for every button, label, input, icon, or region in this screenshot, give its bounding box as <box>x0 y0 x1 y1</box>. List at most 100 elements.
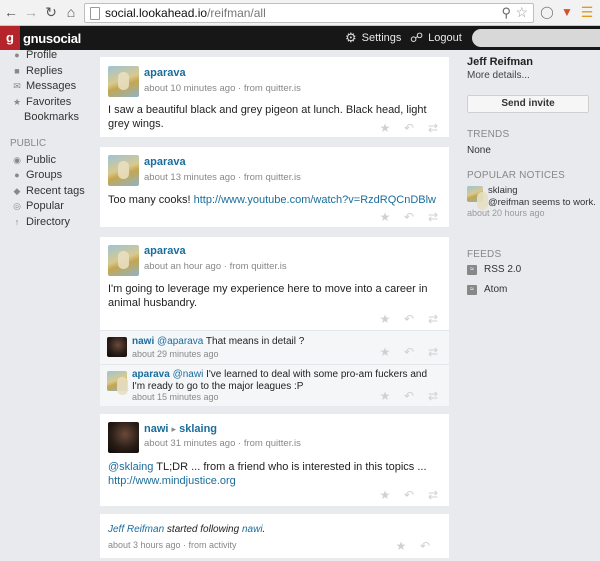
bookmark-star-icon[interactable]: ☆ <box>515 4 528 21</box>
mention-link[interactable]: @sklaing <box>108 461 153 473</box>
avatar[interactable] <box>108 245 139 276</box>
feed-rss[interactable]: ≈ RSS 2.0 <box>467 264 521 275</box>
favorite-star-icon[interactable]: ★ <box>377 121 393 135</box>
notice-author[interactable]: aparava <box>144 156 186 168</box>
more-details-link[interactable]: More details... <box>467 70 530 81</box>
logout-link[interactable]: ☍ Logout <box>410 26 462 50</box>
address-bar[interactable]: social.lookahead.io/reifman/all ⚲ ☆ <box>84 3 534 23</box>
avatar[interactable] <box>108 66 139 97</box>
nav-item-groups[interactable]: ● Groups <box>10 168 62 182</box>
forward-arrow-icon[interactable]: → <box>23 4 39 20</box>
repeat-icon[interactable]: ⇄ <box>425 121 441 135</box>
favorite-star-icon[interactable]: ★ <box>377 312 393 326</box>
repeat-icon[interactable]: ⇄ <box>425 312 441 326</box>
avatar[interactable] <box>107 371 128 395</box>
page-icon <box>90 7 100 20</box>
nav-item-bookmarks[interactable]: Bookmarks <box>24 110 79 124</box>
mention-link[interactable]: @nawi <box>173 369 204 380</box>
repeat-icon[interactable]: ⇄ <box>425 345 441 359</box>
notice-actions: ★ ↶ ⇄ <box>377 488 441 502</box>
repeat-icon[interactable]: ⇄ <box>425 488 441 502</box>
reply-arrow-icon[interactable]: ↶ <box>401 210 417 224</box>
favorite-star-icon[interactable]: ★ <box>377 345 393 359</box>
reply-item: nawi @aparava That means in detail ? abo… <box>100 330 449 364</box>
reply-arrow-icon[interactable]: ↶ <box>401 345 417 359</box>
settings-link[interactable]: ⚙ Settings <box>345 26 401 50</box>
nav-item-messages[interactable]: ✉ Messages <box>10 79 76 93</box>
reload-icon[interactable]: ↻ <box>43 4 59 20</box>
reply-arrow-icon[interactable]: ↶ <box>417 539 433 553</box>
search-input[interactable] <box>472 29 600 47</box>
pocket-icon[interactable]: ◯ <box>540 5 554 19</box>
feed-atom[interactable]: ≈ Atom <box>467 284 507 295</box>
favorite-star-icon[interactable]: ★ <box>377 488 393 502</box>
reply-arrow-icon[interactable]: ↶ <box>401 121 417 135</box>
popular-meta: about 20 hours ago <box>467 208 545 218</box>
youtube-link[interactable]: http://www.youtube.com/watch?v=RzdRQCnDB… <box>194 194 436 206</box>
url-text: social.lookahead.io/reifman/all <box>105 6 266 20</box>
reply-arrow-icon[interactable]: ↶ <box>401 488 417 502</box>
nav-item-public[interactable]: ◉ Public <box>10 153 56 167</box>
notice-author[interactable]: aparava <box>144 67 186 79</box>
repeat-icon[interactable]: ⇄ <box>425 389 441 403</box>
favorite-star-icon[interactable]: ★ <box>377 210 393 224</box>
nav-item-popular[interactable]: ◎ Popular <box>10 199 64 213</box>
gnusocial-logo[interactable]: g gnusocial <box>0 26 81 50</box>
back-arrow-icon[interactable]: ← <box>3 4 19 20</box>
notice-recipient[interactable]: sklaing <box>179 423 217 435</box>
profile-name: Jeff Reifman <box>467 56 534 68</box>
nav-item-recent-tags[interactable]: ◆ Recent tags <box>10 184 85 198</box>
reply-actions: ★ ↶ ⇄ <box>377 389 441 403</box>
nav-item-favorites[interactable]: ★ Favorites <box>10 95 71 109</box>
avatar[interactable] <box>108 155 139 186</box>
notice-content: Too many cooks! http://www.youtube.com/w… <box>108 194 436 206</box>
repeat-icon[interactable]: ⇄ <box>425 210 441 224</box>
reply-icon: ■ <box>14 66 20 76</box>
notice-author-line: nawi ▸ sklaing <box>144 423 217 435</box>
shield-extension-icon[interactable]: ▼ <box>560 5 574 19</box>
home-icon[interactable]: ⌂ <box>63 4 79 20</box>
avatar[interactable] <box>108 422 139 453</box>
notice-meta: about 31 minutes ago · from quitter.is <box>144 438 301 449</box>
notice-card: aparava about 13 minutes ago · from quit… <box>100 147 449 227</box>
logo-mark: g <box>0 26 20 50</box>
menu-icon[interactable]: ☰ <box>580 5 594 19</box>
notice-meta: about 10 minutes ago · from quitter.is <box>144 83 301 94</box>
reply-actions: ★ ↶ ⇄ <box>377 345 441 359</box>
bicycle-icon: ☍ <box>410 30 424 45</box>
nav-item-replies[interactable]: ■ Replies <box>10 64 62 78</box>
reply-arrow-icon[interactable]: ↶ <box>401 389 417 403</box>
nav-item-directory[interactable]: ↑ Directory <box>10 215 70 229</box>
mention-link[interactable]: @aparava <box>157 336 203 347</box>
nav-item-profile[interactable]: ● Profile <box>10 48 57 62</box>
group-icon: ● <box>14 170 20 180</box>
activity-target[interactable]: nawi <box>242 524 263 535</box>
notice-author[interactable]: nawi <box>144 423 168 435</box>
activity-actor[interactable]: Jeff Reifman <box>108 524 164 535</box>
notice-meta: about an hour ago · from quitter.is <box>144 261 287 272</box>
external-link[interactable]: http://www.mindjustice.org <box>108 475 236 487</box>
settings-label: Settings <box>361 32 402 44</box>
reply-item: aparava @nawi I've learned to deal with … <box>100 364 449 406</box>
notice-actions: ★ ↶ ⇄ <box>377 121 441 135</box>
reply-author[interactable]: aparava <box>132 369 170 380</box>
trends-value: None <box>467 145 491 156</box>
star-icon: ★ <box>12 97 22 107</box>
globe-icon: ◉ <box>13 155 21 165</box>
search-icon[interactable]: ⚲ <box>501 5 511 21</box>
popular-text: @reifman seems to work. <box>488 197 596 208</box>
envelope-icon: ✉ <box>13 81 21 91</box>
avatar[interactable] <box>107 337 127 357</box>
favorite-star-icon[interactable]: ★ <box>377 389 393 403</box>
send-invite-button[interactable]: Send invite <box>467 95 589 113</box>
avatar[interactable] <box>467 186 488 210</box>
favorite-star-icon[interactable]: ★ <box>393 539 409 553</box>
logo-text: gnusocial <box>23 30 81 46</box>
notice-author[interactable]: aparava <box>144 245 186 257</box>
notice-meta: about 13 minutes ago · from quitter.is <box>144 172 301 183</box>
reply-author[interactable]: nawi <box>132 336 154 347</box>
popular-author[interactable]: sklaing <box>488 185 518 196</box>
reply-arrow-icon[interactable]: ↶ <box>401 312 417 326</box>
notice-content: I'm going to leverage my experience here… <box>108 283 428 309</box>
to-arrow-icon: ▸ <box>171 424 177 434</box>
